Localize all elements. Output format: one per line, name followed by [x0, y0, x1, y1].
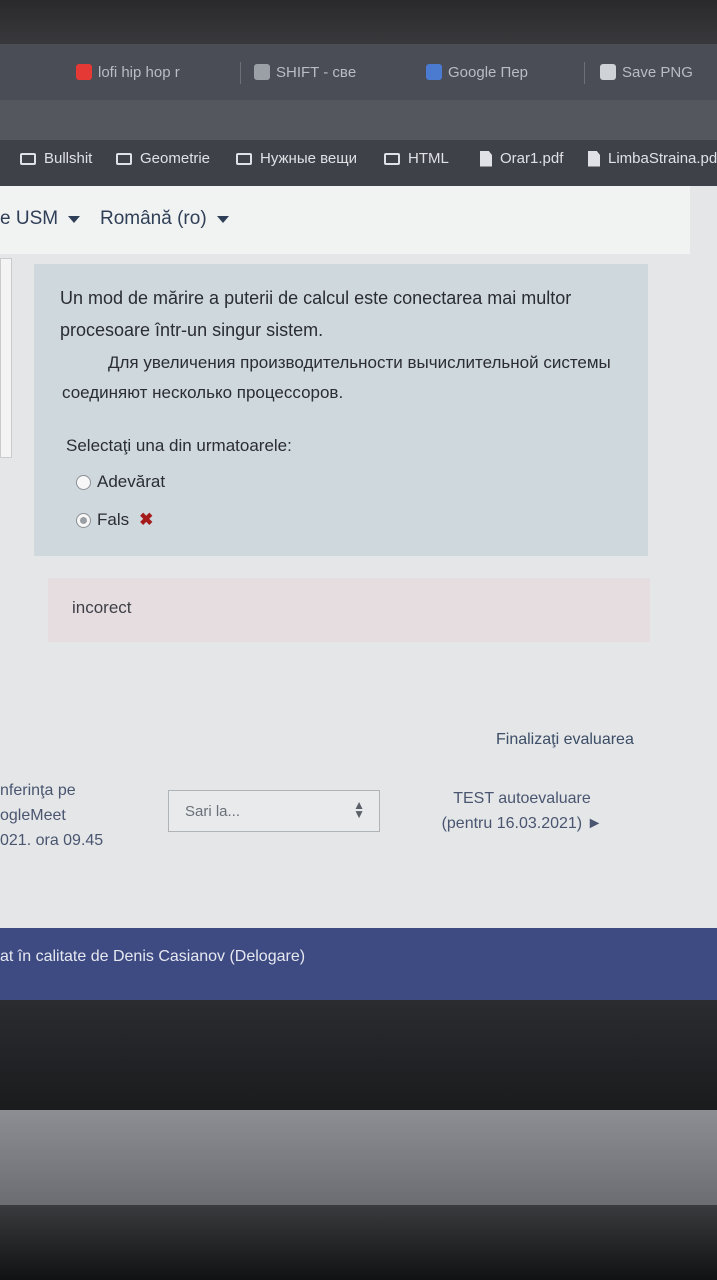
language-menu[interactable]: Română (ro) — [100, 208, 229, 230]
screen-bezel-top — [0, 0, 717, 48]
tab-separator — [240, 62, 241, 84]
bookmarks-bar: Bullshit Geometrie Нужные вещи HTML Orar… — [0, 140, 717, 186]
bookmark-label: HTML — [408, 150, 449, 167]
page-footer: at în calitate de Denis Casianov (Deloga… — [0, 928, 717, 1000]
bookmark-bullshit[interactable]: Bullshit — [20, 150, 92, 167]
answer-prompt: Selectaţi una din urmatoarele: — [66, 436, 292, 455]
jump-to-label: Sari la... — [185, 803, 241, 820]
moodle-page: e USM Română (ro) Un mod de mărire a put… — [0, 186, 717, 928]
bookmark-geometrie[interactable]: Geometrie — [116, 150, 210, 167]
language-label: Română (ro) — [100, 208, 207, 229]
tab-save-png[interactable]: Save PNG — [600, 58, 717, 86]
tab-label: lofi hip hop r — [98, 63, 180, 81]
browser-tab-strip: lofi hip hop r SHIFT - свe Google Пер Sa… — [0, 44, 717, 100]
screen-bezel-bottom — [0, 1000, 717, 1110]
tab-label: SHIFT - свe — [276, 63, 357, 81]
folder-icon — [236, 152, 252, 165]
option-label: Fals — [97, 510, 130, 529]
site-menu[interactable]: e USM — [0, 208, 81, 230]
question-text-ru: Для увеличения производительности вычисл… — [62, 348, 642, 408]
file-icon — [588, 150, 600, 167]
chevron-down-icon — [216, 215, 229, 223]
tab-shift[interactable]: SHIFT - свe — [254, 58, 364, 86]
next-activity-link[interactable]: TEST autoevaluare (pentru 16.03.2021) ► — [432, 786, 612, 836]
feedback-box: incorect — [48, 578, 650, 642]
bookmark-label: Orar1.pdf — [500, 150, 564, 167]
laptop-edge — [0, 1205, 717, 1280]
bookmark-label: Geometrie — [140, 150, 211, 167]
next-link-line: (pentru 16.03.2021) ► — [441, 815, 603, 832]
option-label: Adevărat — [97, 472, 166, 491]
tab-google-translate[interactable]: Google Пер — [426, 58, 536, 86]
option-fals[interactable]: Fals ✖ — [76, 510, 153, 530]
bookmark-label: LimbaStraina.pd — [608, 150, 717, 167]
youtube-icon — [76, 64, 92, 80]
folder-icon — [384, 152, 400, 165]
question-nav-panel-edge — [0, 258, 12, 458]
page-icon — [254, 64, 270, 80]
file-icon — [480, 150, 492, 167]
bookmark-limbastraina-pdf[interactable]: LimbaStraina.pd — [588, 150, 717, 167]
question-box: Un mod de mărire a puterii de calcul est… — [34, 264, 648, 556]
folder-icon — [116, 152, 132, 165]
bookmark-nuzhnye-veshchi[interactable]: Нужные вещи — [236, 150, 357, 167]
next-link-line: TEST autoevaluare — [453, 790, 591, 807]
select-arrows-icon: ▲ ▼ — [353, 798, 365, 821]
address-bar-area — [0, 100, 717, 140]
jump-to-select[interactable]: Sari la... ▲ ▼ — [168, 790, 380, 832]
tab-label: Google Пер — [448, 63, 529, 81]
radio-button[interactable] — [76, 474, 91, 490]
image-icon — [600, 64, 616, 80]
previous-link-line: nferinţa pe — [0, 782, 76, 799]
previous-link-line: 021. ora 09.45 — [0, 832, 104, 849]
question-text-ru-content: Для увеличения производительности вычисл… — [62, 353, 611, 402]
previous-activity-link[interactable]: nferinţa pe ogleMeet 021. ora 09.45 — [0, 778, 130, 853]
chevron-down-icon — [68, 215, 81, 223]
bookmark-html[interactable]: HTML — [384, 150, 449, 167]
incorrect-icon: ✖ — [139, 510, 154, 529]
previous-link-line: ogleMeet — [0, 807, 66, 824]
option-adevarat[interactable]: Adevărat — [76, 472, 165, 492]
bookmark-label: Нужные вещи — [260, 150, 357, 167]
site-navbar: e USM Română (ro) — [0, 186, 690, 254]
bookmark-label: Bullshit — [44, 150, 93, 167]
logged-in-as-text: at în calitate de Denis Casianov (Deloga… — [0, 948, 306, 965]
translate-icon — [426, 64, 442, 80]
question-text-ro: Un mod de mărire a puterii de calcul est… — [60, 288, 572, 340]
laptop-body — [0, 1110, 717, 1205]
tab-lofi[interactable]: lofi hip hop r — [76, 58, 194, 86]
feedback-text: incorect — [72, 598, 132, 617]
bookmark-orar1-pdf[interactable]: Orar1.pdf — [480, 150, 563, 167]
tab-separator — [584, 62, 585, 84]
site-menu-label: e USM — [0, 208, 59, 229]
finish-review-link[interactable]: Finalizaţi evaluarea — [496, 731, 634, 749]
folder-icon — [20, 152, 36, 165]
tab-label: Save PNG — [622, 63, 693, 81]
radio-button-selected[interactable] — [76, 512, 91, 528]
